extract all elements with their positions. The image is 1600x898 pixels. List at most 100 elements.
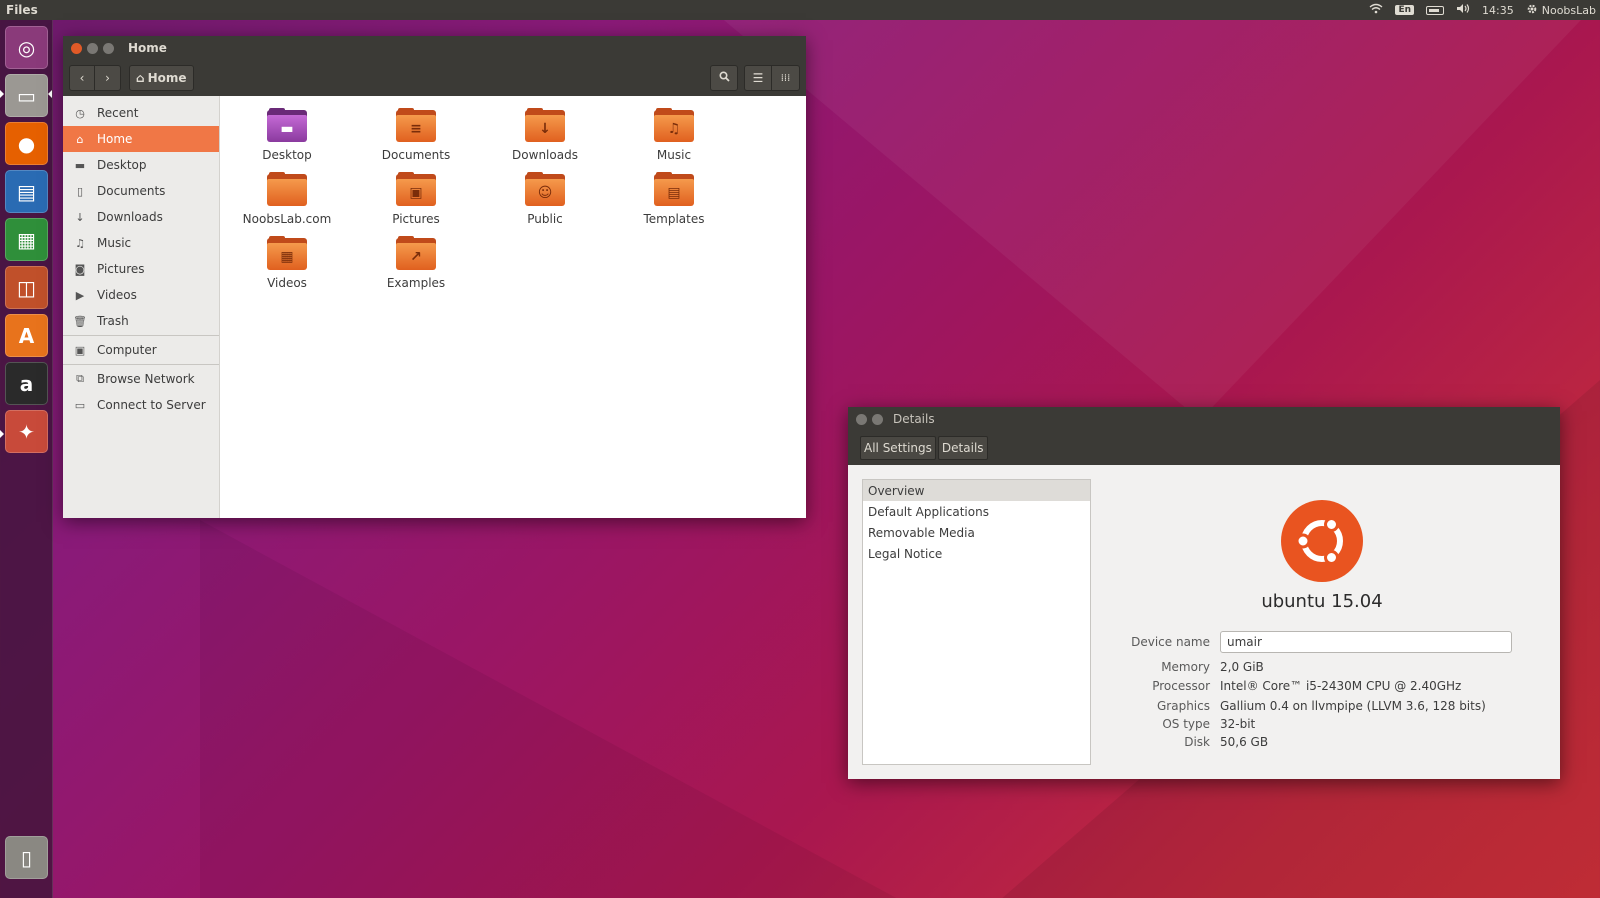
folder-label: Videos [267, 276, 307, 290]
keyboard-language-indicator[interactable]: En [1395, 5, 1415, 15]
volume-icon[interactable] [1456, 3, 1470, 17]
property-label: Disk [1184, 735, 1210, 749]
sidebar-item-label: Browse Network [97, 372, 195, 386]
launcher-item-libreoffice-calc[interactable]: ▦ [5, 218, 48, 261]
folder-front: ↓ [525, 115, 565, 142]
device-name-label: Device name [1131, 635, 1210, 649]
folder-item-music[interactable]: ♫ Music [619, 108, 729, 162]
sidebar-item-videos[interactable]: ▶ Videos [63, 282, 219, 308]
sidebar-item-downloads[interactable]: ↓ Downloads [63, 204, 219, 230]
property-value: Gallium 0.4 on llvmpipe (LLVM 3.6, 128 b… [1220, 699, 1486, 713]
document-icon: ▯ [76, 184, 84, 198]
impress-icon: ◫ [17, 275, 36, 300]
wallpaper-shard [200, 520, 900, 898]
launcher-item-system-settings[interactable]: ✦ [5, 410, 48, 453]
sidebar-item-pictures[interactable]: ◙ Pictures [63, 256, 219, 282]
close-button[interactable] [71, 42, 82, 54]
launcher-item-trash[interactable]: ▯ [5, 836, 48, 879]
network-icon: ⧉ [76, 372, 84, 385]
sidebar-item-label: Computer [97, 343, 157, 357]
breadcrumb-all-settings[interactable]: All Settings [860, 436, 936, 460]
running-indicator [0, 90, 4, 98]
files-toolbar: ‹ › ⌂ Home ☰ ⁞⁞⁞ [63, 60, 806, 96]
active-app-name: Files [6, 3, 38, 17]
launcher-item-ubuntu-software-center[interactable]: A [5, 314, 48, 357]
section-removable-media[interactable]: Removable Media [863, 522, 1090, 543]
folder-label: Examples [386, 276, 446, 290]
gear-icon [1526, 3, 1538, 18]
device-name-field[interactable] [1220, 631, 1512, 653]
sidebar-item-music[interactable]: ♫ Music [63, 230, 219, 256]
sidebar-item-computer[interactable]: ▣ Computer [63, 337, 219, 363]
download-icon: ↓ [75, 210, 85, 224]
folder-item-downloads[interactable]: ↓ Downloads [490, 108, 600, 162]
breadcrumb-details[interactable]: Details [937, 436, 988, 460]
forward-button[interactable]: › [95, 65, 121, 91]
folder-item-public[interactable]: ☺ Public [490, 172, 600, 226]
sidebar-item-desktop[interactable]: ▬ Desktop [63, 152, 219, 178]
sidebar-item-label: Desktop [97, 158, 147, 172]
folder-item-templates[interactable]: ▤ Templates [619, 172, 729, 226]
grid-icon: ⁞⁞⁞ [780, 72, 791, 84]
sidebar-item-connect-to-server[interactable]: ▭ Connect to Server [63, 392, 219, 418]
wifi-icon[interactable] [1369, 3, 1383, 17]
folder-icon: ▤ [654, 172, 694, 206]
launcher-item-libreoffice-impress[interactable]: ◫ [5, 266, 48, 309]
details-titlebar: Details [848, 407, 1560, 431]
folder-icon: ↗ [396, 236, 436, 270]
sidebar-item-browse-network[interactable]: ⧉ Browse Network [63, 366, 219, 392]
session-menu[interactable]: NoobsLab [1526, 3, 1596, 18]
back-button[interactable]: ‹ [69, 65, 95, 91]
folder-front: ↗ [396, 243, 436, 270]
folder-label: Desktop [262, 148, 312, 162]
running-indicator [0, 430, 4, 438]
list-view-button[interactable]: ☰ [744, 65, 772, 91]
firefox-icon: ● [17, 131, 36, 156]
clock[interactable]: 14:35 [1482, 4, 1514, 17]
files-window: Home ‹ › ⌂ Home ☰ ⁞⁞⁞ ◷ Recent ⌂ Home ▬ Deskt… [63, 36, 806, 518]
sidebar-item-label: Documents [97, 184, 166, 198]
folder-item-examples[interactable]: ↗ Examples [361, 236, 471, 290]
details-window: Details All Settings Details Overview Def… [848, 407, 1560, 779]
grid-view-button[interactable]: ⁞⁞⁞ [772, 65, 800, 91]
property-processor: Processor Intel® Core™ i5-2430M CPU @ 2.4… [1098, 677, 1461, 695]
sidebar-item-label: Videos [97, 288, 137, 302]
folder-front: ▣ [396, 179, 436, 206]
folder-front: ♫ [654, 115, 694, 142]
launcher-item-libreoffice-writer[interactable]: ▤ [5, 170, 48, 213]
battery-icon[interactable] [1426, 5, 1445, 15]
launcher-item-files[interactable]: ▭ [5, 74, 48, 117]
folder-item-desktop[interactable]: ▬ Desktop [232, 108, 342, 162]
launcher-item-amazon[interactable]: a [5, 362, 48, 405]
section-legal-notice[interactable]: Legal Notice [863, 543, 1090, 564]
sidebar-item-trash[interactable]: 🗑 Trash [63, 308, 219, 334]
camera-icon: ◙ [74, 262, 86, 276]
folder-item-noobslab-com[interactable]: NoobsLab.com [232, 172, 342, 226]
folder-label: Public [527, 212, 563, 226]
sidebar-item-home[interactable]: ⌂ Home [63, 126, 219, 152]
property-os-type: OS type 32-bit [1098, 715, 1255, 733]
path-home-button[interactable]: ⌂ Home [129, 65, 194, 91]
close-button[interactable] [856, 413, 867, 425]
folder-item-videos[interactable]: ▦ Videos [232, 236, 342, 290]
property-value: 2,0 GiB [1220, 660, 1264, 674]
ubuntu-logo-icon [1281, 500, 1363, 582]
sidebar-item-documents[interactable]: ▯ Documents [63, 178, 219, 204]
section-overview[interactable]: Overview [863, 480, 1090, 501]
minimize-button[interactable] [87, 42, 98, 54]
sidebar-divider [63, 335, 219, 336]
maximize-button[interactable] [103, 42, 114, 54]
launcher-item-dash[interactable]: ◎ [5, 26, 48, 69]
folder-item-documents[interactable]: ≡ Documents [361, 108, 471, 162]
property-graphics: Graphics Gallium 0.4 on llvmpipe (LLVM 3.… [1098, 697, 1486, 715]
property-value: 50,6 GB [1220, 735, 1269, 749]
sidebar-item-recent[interactable]: ◷ Recent [63, 100, 219, 126]
launcher-item-firefox[interactable]: ● [5, 122, 48, 165]
launcher: ◎ ▭ ● ▤ ▦ ◫ Aa ✦ ▯ [0, 20, 53, 898]
folder-item-pictures[interactable]: ▣ Pictures [361, 172, 471, 226]
files-titlebar: Home [63, 36, 806, 60]
section-default-applications[interactable]: Default Applications [863, 501, 1090, 522]
minimize-button[interactable] [872, 413, 883, 425]
files-icon: ▭ [17, 83, 36, 108]
search-button[interactable] [710, 65, 738, 91]
